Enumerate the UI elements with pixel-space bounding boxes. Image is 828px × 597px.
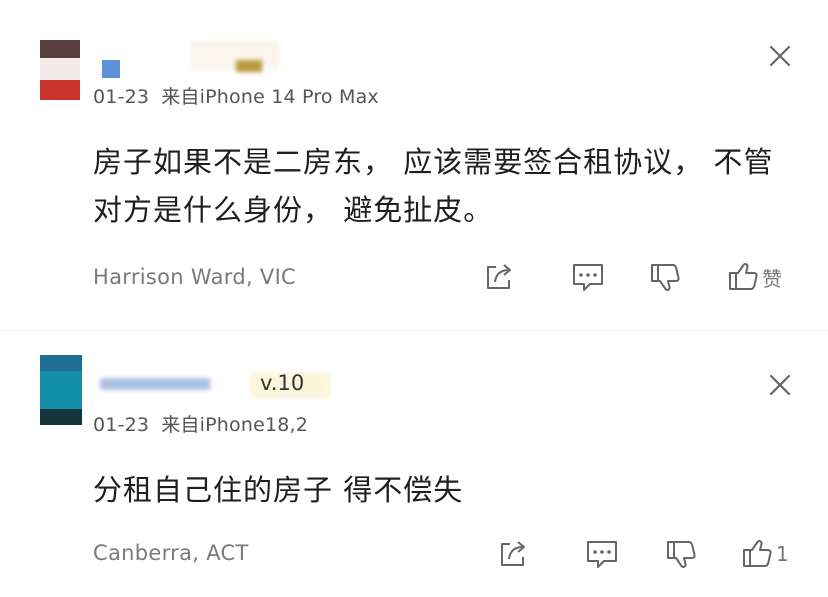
comment-content: 房子如果不是二房东， 应该需要签合租协议， 不管 对方是什么身份， 避免扯皮。	[93, 138, 813, 234]
username-blurred	[100, 378, 210, 390]
like-label: 赞	[762, 266, 782, 291]
thumbs-down-icon	[651, 264, 680, 291]
dislike-button[interactable]	[664, 537, 698, 571]
avatar[interactable]	[40, 355, 82, 425]
comment-device: 来自iPhone18,2	[161, 414, 309, 436]
comment-date: 01-23	[93, 414, 150, 436]
comment-item: 01-23 来自iPhone 14 Pro Max 房子如果不是二房东， 应该需要…	[0, 0, 828, 330]
thumbs-down-icon	[667, 541, 696, 568]
close-icon[interactable]	[768, 44, 792, 68]
like-button[interactable]: 1	[740, 537, 789, 571]
share-icon	[501, 541, 525, 566]
comment-content-line: 对方是什么身份， 避免扯皮。	[93, 193, 494, 227]
badge-icon	[102, 60, 120, 78]
like-count: 1	[776, 542, 789, 566]
thumbs-up-icon	[729, 263, 758, 290]
share-icon	[487, 264, 511, 289]
username-fragment	[236, 60, 262, 72]
thumbs-up-icon	[743, 540, 772, 567]
close-icon[interactable]	[768, 373, 792, 397]
comment-meta: 01-23 来自iPhone 14 Pro Max	[93, 82, 379, 109]
comment-content-line: 房子如果不是二房东， 应该需要签合租协议， 不管	[93, 145, 774, 179]
comment-content-line: 分租自己住的房子 得不偿失	[93, 473, 464, 507]
comment-content: 分租自己住的房子 得不偿失	[93, 466, 813, 514]
username-blurred	[190, 40, 280, 70]
comment-meta: 01-23 来自iPhone18,2	[93, 410, 308, 437]
reply-button[interactable]	[570, 260, 606, 294]
dislike-button[interactable]	[648, 260, 682, 294]
user-level: v.10	[260, 371, 305, 395]
reply-button[interactable]	[584, 537, 620, 571]
avatar[interactable]	[40, 40, 80, 100]
comment-location: Harrison Ward, VIC	[93, 265, 297, 289]
share-button[interactable]	[496, 537, 530, 571]
comment-date: 01-23	[93, 86, 150, 108]
reply-icon	[573, 264, 603, 291]
like-button[interactable]: 赞	[726, 260, 782, 294]
comment-location: Canberra, ACT	[93, 541, 249, 565]
reply-icon	[587, 541, 617, 568]
comment-device: 来自iPhone 14 Pro Max	[161, 86, 379, 108]
share-button[interactable]	[482, 260, 516, 294]
